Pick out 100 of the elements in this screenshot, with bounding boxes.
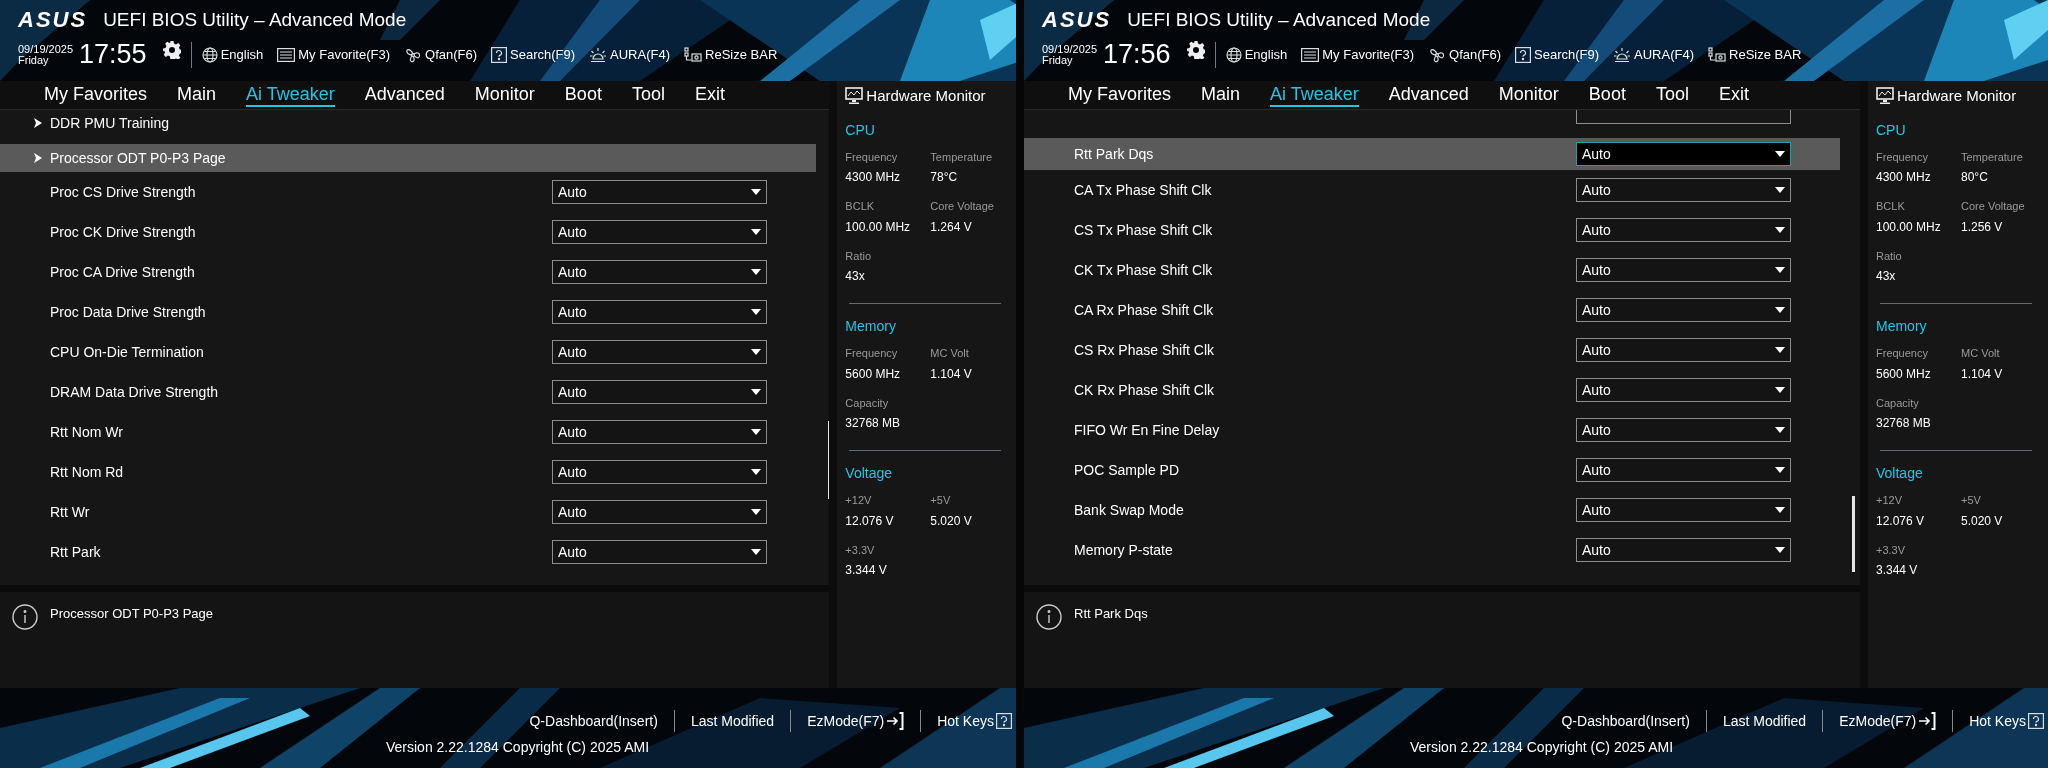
- help-icon: [1515, 46, 1532, 63]
- dropdown[interactable]: Auto: [1576, 498, 1791, 522]
- stat-label: Ratio: [845, 248, 873, 264]
- caret-icon: [1775, 227, 1785, 233]
- footer-link[interactable]: Q-Dashboard(Insert): [1561, 710, 1690, 732]
- toolbar-button[interactable]: English: [1225, 44, 1288, 65]
- dropdown[interactable]: Auto: [1576, 178, 1791, 202]
- toolbar-button[interactable]: ReSize BAR: [1708, 44, 1802, 65]
- menu-tab[interactable]: Main: [1201, 83, 1241, 107]
- weekday: Friday: [1042, 54, 1074, 66]
- setting-label: CS Rx Phase Shift Clk: [1074, 340, 1216, 360]
- exit-icon: [886, 712, 905, 730]
- dropdown[interactable]: Auto: [1576, 258, 1791, 282]
- menu-tab[interactable]: Tool: [1655, 83, 1689, 107]
- scrollbar[interactable]: [1852, 496, 1855, 572]
- stat-value: 5600 MHz: [845, 365, 902, 383]
- menu-tab[interactable]: Boot: [564, 83, 602, 107]
- menu-tab[interactable]: Ai Tweaker: [1270, 83, 1359, 107]
- toolbar-button[interactable]: ReSize BAR: [684, 44, 778, 65]
- exit-icon: [1918, 712, 1937, 730]
- toolbar-button[interactable]: Search(F9): [1515, 44, 1600, 65]
- setting-label: POC Sample PD: [1074, 460, 1181, 480]
- toolbar-button[interactable]: My Favorite(F3): [1301, 44, 1414, 65]
- version-text: Version 2.22.1284 Copyright (C) 2025 AMI: [1410, 738, 1674, 757]
- toolbar-button[interactable]: Search(F9): [491, 44, 576, 65]
- monitor-icon: [1876, 87, 1894, 106]
- footer-link[interactable]: Hot Keys: [937, 710, 1012, 732]
- selected-row[interactable]: Rtt Park Dqs Auto: [1024, 138, 1840, 170]
- stat-value: 4300 MHz: [1876, 169, 1932, 186]
- stat-value: 1.104 V: [1961, 365, 2004, 383]
- caret-icon: [751, 189, 761, 195]
- dropdown[interactable]: Auto: [552, 380, 767, 404]
- caret-icon: [751, 509, 761, 515]
- submenu-link[interactable]: DDR PMU Training: [50, 112, 170, 134]
- dropdown[interactable]: Auto: [1576, 418, 1791, 442]
- menu-tab[interactable]: Exit: [1718, 83, 1749, 107]
- menu-tab[interactable]: Monitor: [1498, 83, 1559, 107]
- dropdown[interactable]: Auto: [552, 180, 767, 204]
- footer-link[interactable]: Last Modified: [1722, 710, 1807, 732]
- menu-tab[interactable]: Exit: [694, 83, 725, 107]
- menu-tab[interactable]: My Favorites: [44, 83, 148, 107]
- setting-label: DRAM Data Drive Strength: [50, 382, 220, 402]
- footer-link[interactable]: Hot Keys: [1969, 710, 2044, 732]
- dropdown[interactable]: Auto: [1576, 378, 1791, 402]
- dropdown[interactable]: Auto: [1576, 142, 1791, 166]
- toolbar-button[interactable]: English: [201, 44, 264, 65]
- fan-icon: [404, 46, 422, 63]
- help-icon: [996, 713, 1012, 729]
- menu-tab[interactable]: Advanced: [1388, 83, 1469, 107]
- dropdown[interactable]: Auto: [1576, 538, 1791, 562]
- dropdown[interactable]: Auto: [552, 500, 767, 524]
- section-title: Voltage: [845, 464, 894, 483]
- stat-label: MC Volt: [930, 346, 970, 361]
- footer-link[interactable]: EzMode(F7): [807, 710, 905, 732]
- dropdown[interactable]: Auto: [552, 260, 767, 284]
- setting-label: Proc CK Drive Strength: [50, 222, 197, 242]
- dropdown[interactable]: Auto: [552, 340, 767, 364]
- stat-label: +12V: [1876, 493, 1903, 508]
- light-icon: [1613, 46, 1632, 63]
- setting-label: CK Rx Phase Shift Clk: [1074, 380, 1216, 400]
- dropdown[interactable]: Auto: [1576, 458, 1791, 482]
- help-icon: [2028, 713, 2044, 729]
- setting-label: Rtt Nom Rd: [50, 462, 125, 482]
- dropdown[interactable]: Auto: [1576, 218, 1791, 242]
- toolbar-button[interactable]: Qfan(F6): [404, 44, 478, 65]
- dropdown[interactable]: Auto: [552, 220, 767, 244]
- menu-tab[interactable]: Ai Tweaker: [246, 83, 335, 107]
- dropdown[interactable]: Auto: [552, 300, 767, 324]
- stat-value: 3.344 V: [1876, 562, 1919, 579]
- dropdown[interactable]: Auto: [552, 540, 767, 564]
- menu-tab[interactable]: Monitor: [474, 83, 535, 107]
- chip-icon: [1708, 46, 1726, 63]
- toolbar-button[interactable]: AURA(F4): [589, 44, 670, 65]
- toolbar-button[interactable]: AURA(F4): [1613, 44, 1694, 65]
- footer-link[interactable]: Q-Dashboard(Insert): [529, 710, 658, 732]
- selected-row[interactable]: Processor ODT P0-P3 Page: [0, 144, 816, 172]
- toolbar-button[interactable]: Qfan(F6): [1428, 44, 1502, 65]
- menu-tab[interactable]: Boot: [1588, 83, 1626, 107]
- stat-value: 5.020 V: [930, 512, 973, 530]
- footer-link[interactable]: Last Modified: [690, 710, 775, 732]
- dropdown[interactable]: Auto: [1576, 338, 1791, 362]
- section-title: Memory: [1876, 317, 1928, 336]
- settings-icon[interactable]: [1186, 40, 1205, 59]
- caret-icon: [1775, 187, 1785, 193]
- dropdown[interactable]: Auto: [1576, 298, 1791, 322]
- submenu-link[interactable]: Processor ODT P0-P3 Page: [50, 147, 226, 169]
- settings-icon[interactable]: [162, 40, 181, 59]
- dropdown[interactable]: Auto: [552, 420, 767, 444]
- logo: ASUS: [1042, 9, 1112, 32]
- panel-title: Hardware Monitor: [866, 86, 986, 106]
- toolbar-button[interactable]: My Favorite(F3): [277, 44, 390, 65]
- caret-icon: [1775, 267, 1785, 273]
- dropdown[interactable]: Auto: [552, 460, 767, 484]
- stat-label: Frequency: [845, 149, 899, 165]
- footer-link[interactable]: EzMode(F7): [1839, 710, 1937, 732]
- menu-tab[interactable]: Advanced: [364, 83, 445, 107]
- menu-tab[interactable]: Tool: [631, 83, 665, 107]
- menu-tab[interactable]: Main: [177, 83, 217, 107]
- section-title: Voltage: [1876, 464, 1924, 483]
- menu-tab[interactable]: My Favorites: [1068, 83, 1172, 107]
